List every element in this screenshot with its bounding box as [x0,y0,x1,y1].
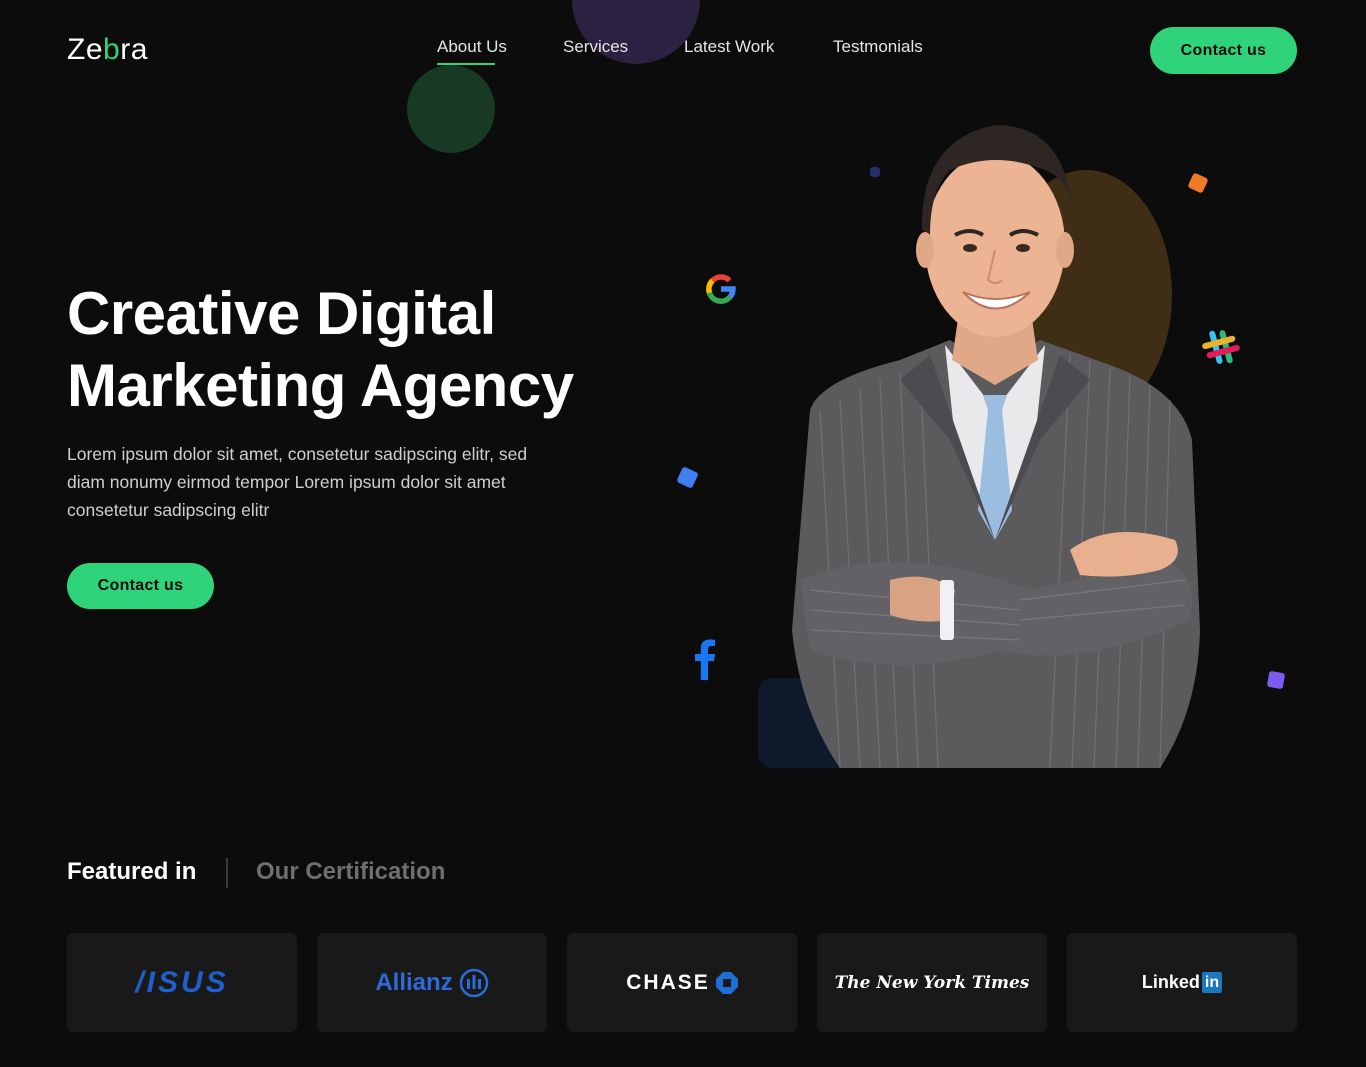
logo-card-allianz: Allianz [317,933,547,1032]
logo-card-chase: CHASE [567,933,797,1032]
facebook-icon [693,638,717,685]
logo-card-asus: /ISUS [67,933,297,1032]
allianz-logo: Allianz [375,968,488,998]
linkedin-wordmark: Linked [1141,972,1200,992]
chase-logo: CHASE [626,971,738,995]
hero-contact-button[interactable]: Contact us [67,563,214,609]
nav-latest-work[interactable]: Latest Work [684,37,774,57]
hero-title-line1: Creative Digital [67,280,496,347]
decor-square-violet [1266,670,1286,690]
google-icon [702,270,740,313]
nav-services[interactable]: Services [563,37,628,57]
nyt-logo: The New York Times [834,972,1030,993]
tab-our-certification[interactable]: Our Certification [256,858,445,886]
hero-title: Creative Digital Marketing Agency [67,278,574,422]
nav-active-indicator [437,63,495,65]
hero-person-image [780,110,1210,769]
chase-octagon-icon [715,971,738,994]
chase-wordmark: CHASE [626,970,710,994]
header-contact-button[interactable]: Contact us [1150,27,1297,74]
allianz-wordmark: Allianz [375,968,453,996]
asus-logo: /ISUS [135,965,229,999]
brand-logo[interactable]: Zebra [67,33,148,67]
hero-description: Lorem ipsum dolor sit amet, consetetur s… [67,444,528,520]
tab-featured-in[interactable]: Featured in [67,858,196,886]
hero-title-line2: Marketing Agency [67,352,574,419]
linkedin-in-box: in [1201,972,1223,993]
allianz-emblem-icon [459,968,488,997]
nav-testimonials[interactable]: Testmonials [833,37,923,57]
linkedin-logo: Linked in [1141,972,1223,993]
decor-circle-green [407,65,495,153]
logo-card-nyt: The New York Times [817,933,1047,1032]
nav-about-us[interactable]: About Us [437,37,507,57]
logo-card-linkedin: Linked in [1067,933,1297,1032]
tab-divider [226,858,228,888]
decor-square-blue [676,466,699,489]
